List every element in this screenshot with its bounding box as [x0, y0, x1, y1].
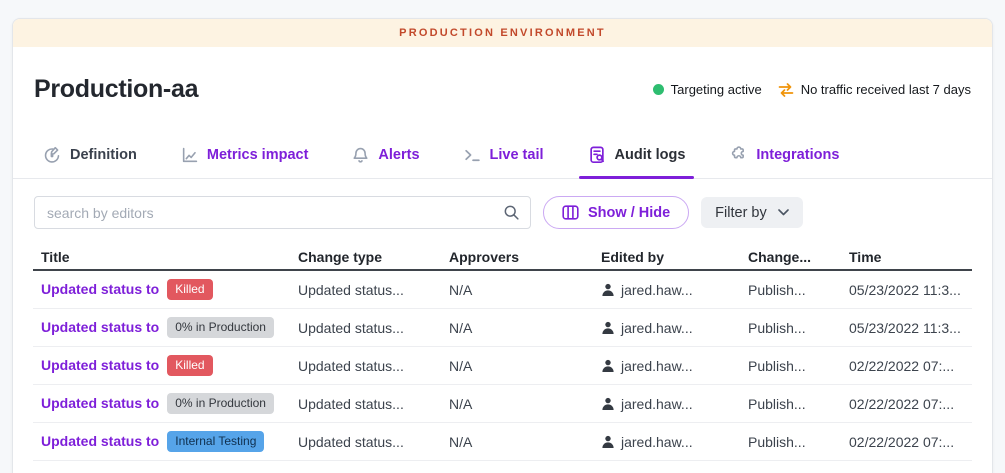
- tab-label: Alerts: [378, 147, 419, 163]
- time-cell: 02/22/2022 07:...: [849, 358, 974, 374]
- status-badge: 0% in Production: [167, 317, 274, 337]
- edited-by-cell: jared.haw...: [601, 396, 748, 412]
- traffic-status-label: No traffic received last 7 days: [801, 82, 971, 97]
- show-hide-button[interactable]: Show / Hide: [543, 196, 689, 229]
- columns-icon: [562, 205, 579, 220]
- edited-by-name: jared.haw...: [621, 358, 693, 374]
- change-type-cell: Updated status...: [298, 358, 449, 374]
- approvers-cell: N/A: [449, 434, 601, 450]
- filter-by-button[interactable]: Filter by: [701, 197, 803, 228]
- person-icon: [601, 435, 615, 449]
- change-cell: Publish...: [748, 358, 849, 374]
- edited-by-name: jared.haw...: [621, 434, 693, 450]
- tab-definition[interactable]: Definition: [43, 132, 137, 178]
- chevron-down-icon: [778, 209, 789, 216]
- person-icon: [601, 321, 615, 335]
- change-cell: Publish...: [748, 282, 849, 298]
- time-cell: 05/23/2022 11:3...: [849, 320, 974, 336]
- column-header-change: Change...: [748, 249, 849, 265]
- header-row: Production-aa Targeting active No traffi…: [13, 47, 992, 132]
- tab-integrations[interactable]: Integrations: [729, 132, 839, 178]
- status-group: Targeting active No traffic received las…: [653, 82, 971, 97]
- table-row[interactable]: Updated status to 0% in Production Updat…: [33, 309, 972, 347]
- terminal-icon: [464, 147, 481, 164]
- time-cell: 02/22/2022 07:...: [849, 434, 974, 450]
- bell-icon: [352, 147, 369, 164]
- table-row[interactable]: Updated status to Killed Updated status.…: [33, 271, 972, 309]
- traffic-status: No traffic received last 7 days: [778, 82, 971, 97]
- targeting-status-label: Targeting active: [671, 82, 762, 97]
- approvers-cell: N/A: [449, 358, 601, 374]
- row-title-link[interactable]: Updated status to: [41, 357, 159, 373]
- edited-by-name: jared.haw...: [621, 282, 693, 298]
- status-badge: Killed: [167, 355, 212, 375]
- change-type-cell: Updated status...: [298, 320, 449, 336]
- traffic-arrows-icon: [778, 83, 794, 97]
- status-badge: 0% in Production: [167, 393, 274, 413]
- search-box: [34, 196, 531, 229]
- table-row[interactable]: Updated status to 0% in Production Updat…: [33, 385, 972, 423]
- tab-label: Definition: [70, 147, 137, 163]
- change-cell: Publish...: [748, 396, 849, 412]
- green-dot-icon: [653, 84, 664, 95]
- column-header-edited-by: Edited by: [601, 249, 748, 265]
- change-type-cell: Updated status...: [298, 282, 449, 298]
- row-title-link[interactable]: Updated status to: [41, 395, 159, 411]
- edited-by-name: jared.haw...: [621, 320, 693, 336]
- tab-bar: Definition Metrics impact Alerts: [13, 132, 992, 179]
- status-badge: Killed: [167, 279, 212, 299]
- puzzle-icon: [729, 146, 747, 164]
- banner-label: PRODUCTION ENVIRONMENT: [399, 27, 606, 39]
- change-cell: Publish...: [748, 320, 849, 336]
- time-cell: 05/23/2022 11:3...: [849, 282, 974, 298]
- column-header-approvers: Approvers: [449, 249, 601, 265]
- page-title: Production-aa: [34, 75, 198, 104]
- tab-label: Audit logs: [615, 147, 686, 163]
- tab-label: Integrations: [756, 147, 839, 163]
- tab-label: Live tail: [490, 147, 544, 163]
- search-input[interactable]: [34, 196, 531, 229]
- time-cell: 02/22/2022 07:...: [849, 396, 974, 412]
- tab-live-tail[interactable]: Live tail: [464, 132, 544, 178]
- column-header-title: Title: [33, 249, 298, 265]
- tab-label: Metrics impact: [207, 147, 309, 163]
- definition-target-icon: [43, 146, 61, 164]
- table-row[interactable]: Updated status to Internal Testing Updat…: [33, 423, 972, 461]
- tab-metrics-impact[interactable]: Metrics impact: [181, 132, 309, 178]
- search-icon: [503, 204, 520, 226]
- metrics-chart-icon: [181, 147, 198, 164]
- column-header-change-type: Change type: [298, 249, 449, 265]
- audit-log-table: Title Change type Approvers Edited by Ch…: [33, 244, 972, 461]
- show-hide-label: Show / Hide: [588, 205, 670, 221]
- row-title-link[interactable]: Updated status to: [41, 433, 159, 449]
- toolbar: Show / Hide Filter by: [13, 179, 992, 244]
- edited-by-cell: jared.haw...: [601, 434, 748, 450]
- edited-by-cell: jared.haw...: [601, 358, 748, 374]
- change-type-cell: Updated status...: [298, 434, 449, 450]
- approvers-cell: N/A: [449, 282, 601, 298]
- person-icon: [601, 397, 615, 411]
- approvers-cell: N/A: [449, 320, 601, 336]
- edited-by-name: jared.haw...: [621, 396, 693, 412]
- column-header-time: Time: [849, 249, 974, 265]
- flag-detail-card: PRODUCTION ENVIRONMENT Production-aa Tar…: [12, 18, 993, 473]
- tab-alerts[interactable]: Alerts: [352, 132, 419, 178]
- edited-by-cell: jared.haw...: [601, 282, 748, 298]
- filter-by-label: Filter by: [715, 205, 767, 221]
- edited-by-cell: jared.haw...: [601, 320, 748, 336]
- tab-audit-logs[interactable]: Audit logs: [588, 132, 686, 178]
- row-title-link[interactable]: Updated status to: [41, 281, 159, 297]
- table-row[interactable]: Updated status to Killed Updated status.…: [33, 347, 972, 385]
- person-icon: [601, 359, 615, 373]
- document-search-icon: [588, 146, 606, 164]
- change-cell: Publish...: [748, 434, 849, 450]
- status-badge: Internal Testing: [167, 431, 264, 451]
- approvers-cell: N/A: [449, 396, 601, 412]
- change-type-cell: Updated status...: [298, 396, 449, 412]
- table-header-row: Title Change type Approvers Edited by Ch…: [33, 244, 972, 271]
- targeting-status: Targeting active: [653, 82, 762, 97]
- row-title-link[interactable]: Updated status to: [41, 319, 159, 335]
- person-icon: [601, 283, 615, 297]
- production-environment-banner: PRODUCTION ENVIRONMENT: [13, 19, 992, 47]
